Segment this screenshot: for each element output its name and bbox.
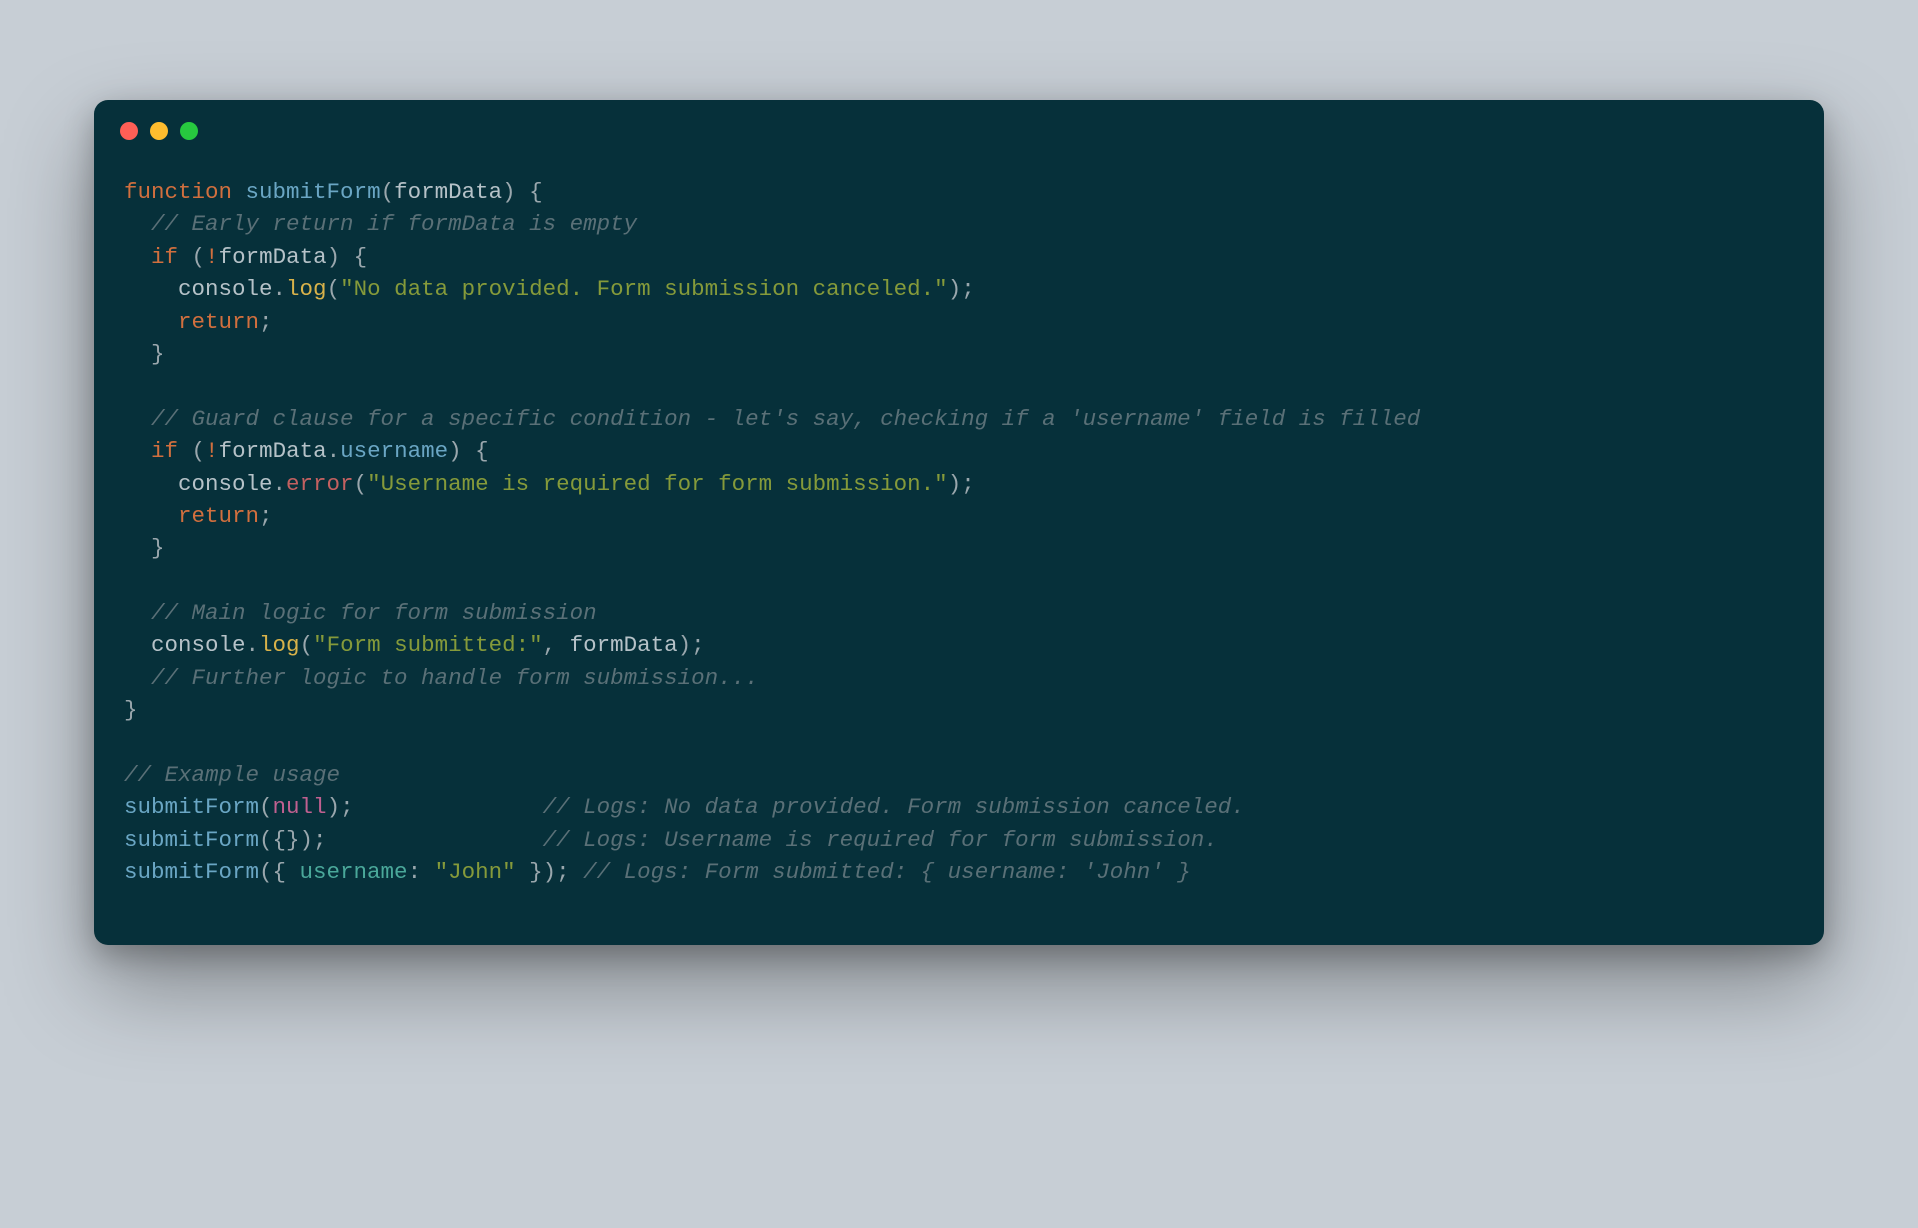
function-call: submitForm: [124, 794, 259, 820]
code-line: submitForm({}); // Logs: Username is req…: [124, 827, 1218, 853]
punctuation: .: [273, 276, 287, 302]
traffic-light-minimize-icon[interactable]: [150, 122, 168, 140]
punctuation: ({});: [259, 827, 327, 853]
code-line: console.log("Form submitted:", formData)…: [151, 632, 705, 658]
comment: // Early return if formData is empty: [151, 211, 637, 237]
comment: // Logs: Form submitted: { username: 'Jo…: [583, 859, 1191, 885]
identifier: formData: [219, 438, 327, 464]
punctuation: );: [327, 794, 354, 820]
punctuation: );: [948, 471, 975, 497]
punctuation: (: [354, 471, 368, 497]
keyword-if: if: [151, 438, 178, 464]
punctuation: (: [178, 438, 205, 464]
punctuation: }: [151, 535, 165, 561]
string-literal: "No data provided. Form submission cance…: [340, 276, 948, 302]
punctuation: }: [124, 697, 138, 723]
punctuation: .: [246, 632, 260, 658]
keyword-return: return: [178, 503, 259, 529]
code-line: if (!formData.username) {: [151, 438, 489, 464]
punctuation: .: [327, 438, 341, 464]
padding: [327, 827, 543, 853]
operator-not: !: [205, 244, 219, 270]
punctuation: (: [178, 244, 205, 270]
punctuation: (: [300, 632, 314, 658]
punctuation: ) {: [502, 179, 543, 205]
punctuation: ;: [259, 309, 273, 335]
comment: // Further logic to handle form submissi…: [151, 665, 759, 691]
string-literal: "Username is required for form submissio…: [367, 471, 948, 497]
operator-not: !: [205, 438, 219, 464]
punctuation: (: [259, 794, 273, 820]
comment: // Logs: No data provided. Form submissi…: [543, 794, 1245, 820]
comment: // Main logic for form submission: [151, 600, 597, 626]
method-error: error: [286, 471, 354, 497]
identifier: console: [151, 632, 246, 658]
string-literal: "John": [435, 859, 516, 885]
window-titlebar: [94, 100, 1824, 140]
method-log: log: [286, 276, 327, 302]
padding: [354, 794, 543, 820]
comment: // Example usage: [124, 762, 340, 788]
code-line: return;: [178, 503, 273, 529]
punctuation: );: [678, 632, 705, 658]
punctuation: );: [948, 276, 975, 302]
traffic-light-zoom-icon[interactable]: [180, 122, 198, 140]
function-call: submitForm: [124, 827, 259, 853]
traffic-light-close-icon[interactable]: [120, 122, 138, 140]
punctuation: (: [381, 179, 395, 205]
punctuation: :: [408, 859, 435, 885]
identifier: formData: [570, 632, 678, 658]
object-key: username: [300, 859, 408, 885]
code-line: if (!formData) {: [151, 244, 367, 270]
punctuation: ) {: [327, 244, 368, 270]
code-line: console.log("No data provided. Form subm…: [178, 276, 975, 302]
code-window: function submitForm(formData) { // Early…: [94, 100, 1824, 945]
parameter: formData: [394, 179, 502, 205]
punctuation: });: [516, 859, 584, 885]
code-line: console.error("Username is required for …: [178, 471, 975, 497]
punctuation: (: [327, 276, 341, 302]
method-log: log: [259, 632, 300, 658]
punctuation: }: [151, 341, 165, 367]
comment: // Guard clause for a specific condition…: [151, 406, 1420, 432]
punctuation: ) {: [448, 438, 489, 464]
property: username: [340, 438, 448, 464]
function-name: submitForm: [246, 179, 381, 205]
identifier: console: [178, 471, 273, 497]
punctuation: .: [273, 471, 287, 497]
keyword-function: function: [124, 179, 232, 205]
code-line: return;: [178, 309, 273, 335]
punctuation: ;: [259, 503, 273, 529]
keyword-return: return: [178, 309, 259, 335]
comment: // Logs: Username is required for form s…: [543, 827, 1218, 853]
code-line: submitForm(null); // Logs: No data provi…: [124, 794, 1245, 820]
identifier: formData: [219, 244, 327, 270]
keyword-if: if: [151, 244, 178, 270]
string-literal: "Form submitted:": [313, 632, 543, 658]
identifier: console: [178, 276, 273, 302]
null-literal: null: [273, 794, 327, 820]
code-line: function submitForm(formData) {: [124, 179, 543, 205]
code-block: function submitForm(formData) { // Early…: [94, 140, 1824, 945]
punctuation: ({: [259, 859, 300, 885]
punctuation: ,: [543, 632, 570, 658]
function-call: submitForm: [124, 859, 259, 885]
code-line: submitForm({ username: "John" }); // Log…: [124, 859, 1191, 885]
